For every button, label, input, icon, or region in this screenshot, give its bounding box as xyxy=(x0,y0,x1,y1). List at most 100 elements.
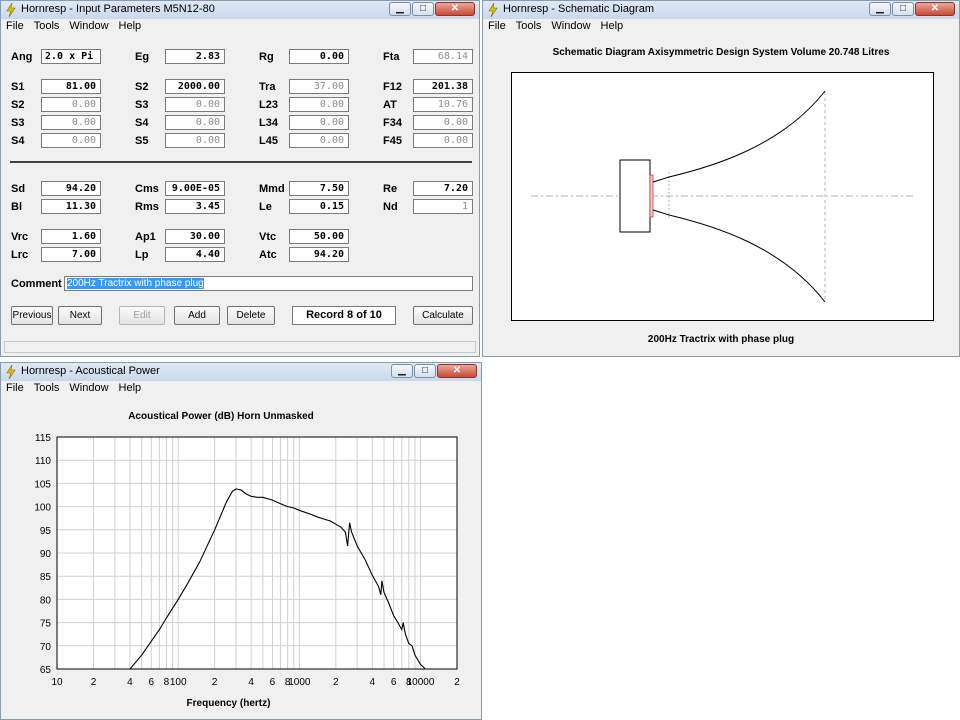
maximize-button[interactable]: □ xyxy=(892,2,914,16)
param-field-at-11[interactable]: 10.76 xyxy=(413,97,473,112)
param-label-lp-32: Lp xyxy=(135,249,149,261)
menu-help[interactable]: Help xyxy=(114,19,147,34)
param-field-vrc-28[interactable]: 1.60 xyxy=(41,229,101,244)
edit-button[interactable]: Edit xyxy=(119,306,165,325)
param-label-rms-25: Rms xyxy=(135,201,159,213)
minimize-button[interactable]: ▁ xyxy=(869,2,891,16)
menu-file[interactable]: File xyxy=(1,19,29,34)
param-field-s3-12[interactable]: 0.00 xyxy=(41,115,101,130)
x-tick-label: 4 xyxy=(370,677,376,688)
param-field-f34-15[interactable]: 0.00 xyxy=(413,115,473,130)
y-tick-label: 70 xyxy=(40,642,52,653)
param-label-s2-5: S2 xyxy=(135,81,149,93)
add-button[interactable]: Add xyxy=(174,306,220,325)
param-field-l45-18[interactable]: 0.00 xyxy=(289,133,349,148)
param-label-lrc-31: Lrc xyxy=(11,249,29,261)
menu-file[interactable]: File xyxy=(483,19,511,34)
param-label-l23-10: L23 xyxy=(259,99,278,111)
minimize-icon: ▁ xyxy=(876,3,884,14)
param-field-sd-20[interactable]: 94.20 xyxy=(41,181,101,196)
comment-value: 200Hz Tractrix with phase plug xyxy=(67,278,204,289)
param-label-s4-16: S4 xyxy=(11,135,25,147)
x-tick-label: 10 xyxy=(51,677,63,688)
param-field-le-26[interactable]: 0.15 xyxy=(289,199,349,214)
x-tick-label: 8 xyxy=(164,677,170,688)
x-tick-label: 2 xyxy=(212,677,218,688)
param-field-atc-33[interactable]: 94.20 xyxy=(289,247,349,262)
param-label-l45-18: L45 xyxy=(259,135,278,147)
param-field-eg-1[interactable]: 2.83 xyxy=(165,49,225,64)
param-field-s3-9[interactable]: 0.00 xyxy=(165,97,225,112)
param-label-tra-6: Tra xyxy=(259,81,276,93)
param-field-vtc-30[interactable]: 50.00 xyxy=(289,229,349,244)
param-field-ang-0[interactable]: 2.0 x Pi xyxy=(41,49,101,64)
param-field-s2-5[interactable]: 2000.00 xyxy=(165,79,225,94)
chart-xlabel: Frequency (hertz) xyxy=(186,698,271,709)
menu-help[interactable]: Help xyxy=(596,19,629,34)
close-icon: ✕ xyxy=(930,3,940,14)
menu-window[interactable]: Window xyxy=(64,19,113,34)
param-field-f45-19[interactable]: 0.00 xyxy=(413,133,473,148)
close-button[interactable]: ✕ xyxy=(915,2,955,16)
param-field-rms-25[interactable]: 3.45 xyxy=(165,199,225,214)
param-field-cms-21[interactable]: 9.00E-05 xyxy=(165,181,225,196)
param-field-s5-17[interactable]: 0.00 xyxy=(165,133,225,148)
record-indicator: Record 8 of 10 xyxy=(292,306,396,325)
comment-input[interactable]: 200Hz Tractrix with phase plug xyxy=(64,276,473,291)
delete-button[interactable]: Delete xyxy=(227,306,275,325)
param-field-f12-7[interactable]: 201.38 xyxy=(413,79,473,94)
param-label-f45-19: F45 xyxy=(383,135,402,147)
param-label-f34-15: F34 xyxy=(383,117,402,129)
x-tick-label: 6 xyxy=(391,677,397,688)
param-label-s5-17: S5 xyxy=(135,135,149,147)
param-label-atc-33: Atc xyxy=(259,249,277,261)
calculate-button[interactable]: Calculate xyxy=(413,306,473,325)
schematic-header: Schematic Diagram Axisymmetric Design Sy… xyxy=(552,47,890,58)
param-field-tra-6[interactable]: 37.00 xyxy=(289,79,349,94)
menu-tools[interactable]: Tools xyxy=(511,19,547,34)
close-icon: ✕ xyxy=(450,3,460,14)
param-field-l23-10[interactable]: 0.00 xyxy=(289,97,349,112)
input-window-title: Hornresp - Input Parameters M5N12-80 xyxy=(21,3,215,15)
menu-window[interactable]: Window xyxy=(546,19,595,34)
param-label-fta-3: Fta xyxy=(383,51,400,63)
input-window-menubar: File Tools Window Help xyxy=(1,19,479,34)
next-button[interactable]: Next xyxy=(58,306,102,325)
minimize-icon: ▁ xyxy=(396,3,404,14)
param-field-s4-13[interactable]: 0.00 xyxy=(165,115,225,130)
previous-button[interactable]: Previous xyxy=(11,306,53,325)
y-tick-label: 75 xyxy=(40,619,52,630)
param-field-lrc-31[interactable]: 7.00 xyxy=(41,247,101,262)
param-label-s3-12: S3 xyxy=(11,117,25,129)
y-tick-label: 100 xyxy=(34,503,51,514)
param-field-fta-3[interactable]: 68.14 xyxy=(413,49,473,64)
param-field-mmd-22[interactable]: 7.50 xyxy=(289,181,349,196)
y-tick-label: 95 xyxy=(40,526,52,537)
param-field-lp-32[interactable]: 4.40 xyxy=(165,247,225,262)
close-button[interactable]: ✕ xyxy=(435,2,475,16)
param-field-ap1-29[interactable]: 30.00 xyxy=(165,229,225,244)
acoustical-power-window: Hornresp - Acoustical Power ▁ □ ✕ File T… xyxy=(0,362,482,720)
param-field-s1-4[interactable]: 81.00 xyxy=(41,79,101,94)
y-tick-label: 65 xyxy=(40,665,52,676)
param-field-nd-27[interactable]: 1 xyxy=(413,199,473,214)
x-tick-label: 4 xyxy=(127,677,133,688)
param-field-rg-2[interactable]: 0.00 xyxy=(289,49,349,64)
minimize-button[interactable]: ▁ xyxy=(389,2,411,16)
y-tick-label: 110 xyxy=(35,456,51,467)
maximize-button[interactable]: □ xyxy=(412,2,434,16)
menu-tools[interactable]: Tools xyxy=(29,19,65,34)
param-label-s2-8: S2 xyxy=(11,99,25,111)
param-field-re-23[interactable]: 7.20 xyxy=(413,181,473,196)
param-field-s2-8[interactable]: 0.00 xyxy=(41,97,101,112)
schematic-window-titlebar[interactable]: Hornresp - Schematic Diagram ▁ □ ✕ xyxy=(483,1,959,20)
hornresp-app-icon xyxy=(6,3,16,17)
x-tick-label: 10000 xyxy=(407,677,435,688)
param-field-l34-14[interactable]: 0.00 xyxy=(289,115,349,130)
param-field-s4-16[interactable]: 0.00 xyxy=(41,133,101,148)
section-divider xyxy=(10,161,472,163)
x-tick-label: 100 xyxy=(170,677,187,688)
x-tick-label: 6 xyxy=(149,677,155,688)
input-window-titlebar[interactable]: Hornresp - Input Parameters M5N12-80 ▁ □… xyxy=(1,1,479,20)
param-field-bl-24[interactable]: 11.30 xyxy=(41,199,101,214)
